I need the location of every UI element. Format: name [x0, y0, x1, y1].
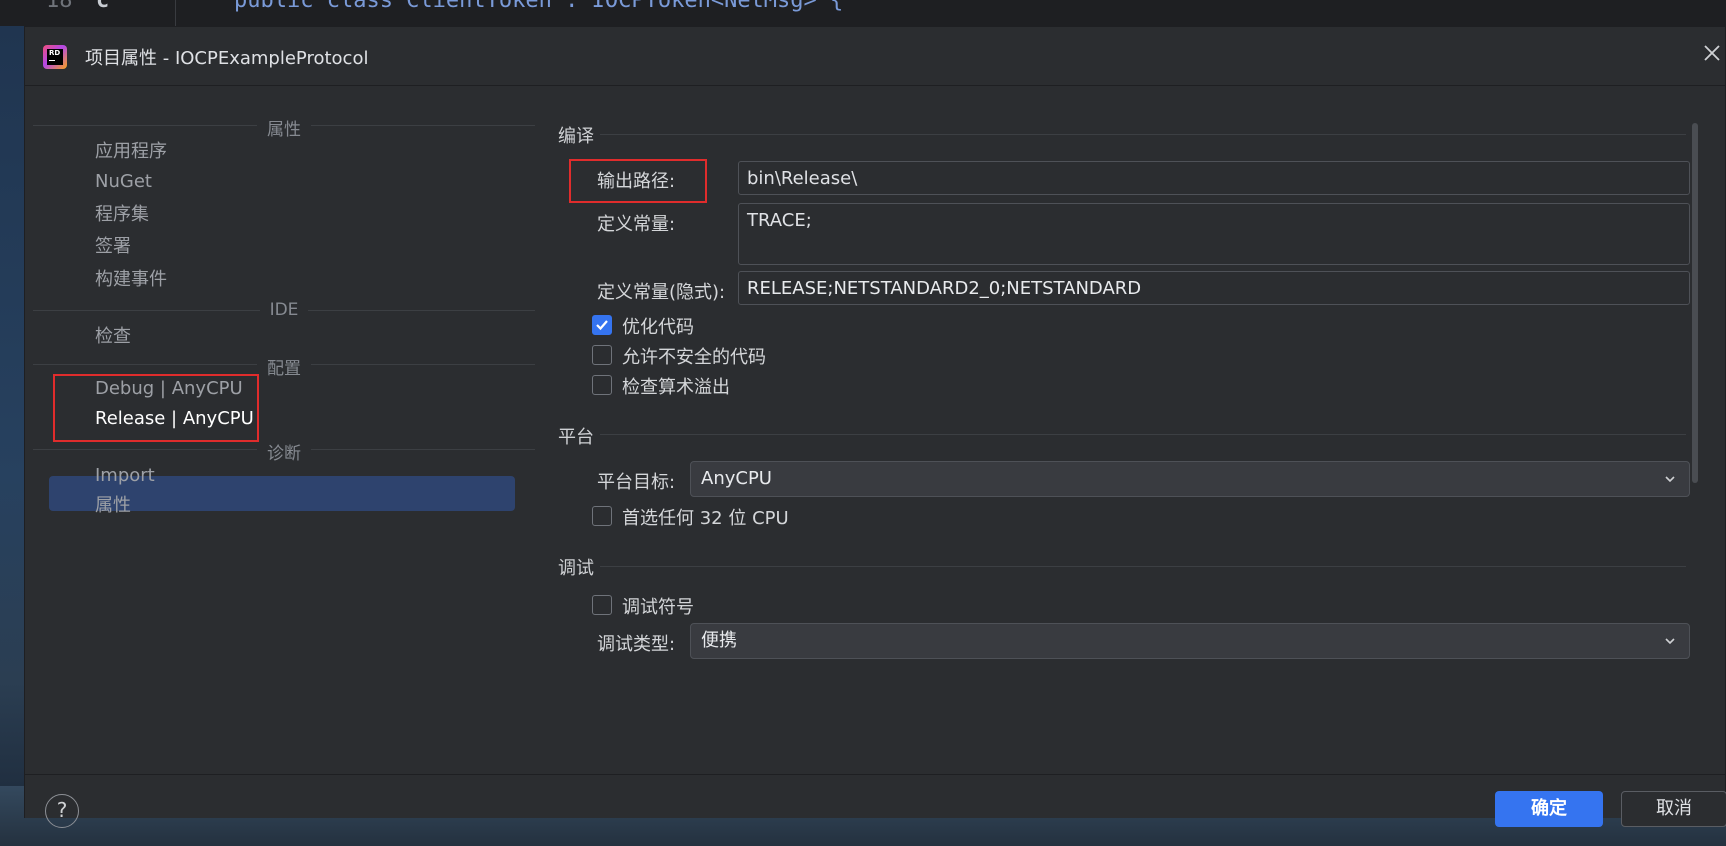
code-line: public class ClientToken : IOCPToken<Net…	[234, 0, 844, 13]
editor-gutter: 18 c	[0, 0, 176, 26]
platform-target-label: 平台目标:	[597, 472, 676, 493]
cancel-button[interactable]: 取消	[1621, 791, 1726, 827]
allow-unsafe-label: 允许不安全的代码	[622, 347, 766, 368]
help-icon[interactable]: ?	[45, 794, 79, 828]
dialog-title: 项目属性 - IOCPExampleProtocol	[85, 48, 369, 69]
allow-unsafe-checkbox[interactable]	[592, 345, 612, 365]
debug-type-value: 便携	[701, 630, 737, 651]
debug-symbols-label: 调试符号	[622, 597, 694, 618]
section-divider	[600, 134, 1686, 135]
implicit-constants-label: 定义常量(隐式):	[597, 282, 726, 303]
ok-button[interactable]: 确定	[1495, 791, 1603, 827]
nav-item-nuget[interactable]: NuGet	[95, 166, 152, 198]
chevron-down-icon	[1665, 476, 1675, 483]
section-title-debug: 调试	[558, 558, 594, 579]
settings-content: 编译 输出路径: bin\Release\ 定义常量: TRACE; 定义常量(…	[542, 87, 1702, 773]
prefer-32bit-label: 首选任何 32 位 CPU	[622, 508, 789, 529]
output-path-input[interactable]: bin\Release\	[738, 161, 1690, 195]
nav-item-signing[interactable]: 签署	[95, 231, 131, 263]
platform-target-dropdown[interactable]: AnyCPU	[690, 461, 1690, 497]
nav-item-assembly[interactable]: 程序集	[95, 199, 149, 231]
nav-section-label: 诊断	[257, 444, 311, 464]
nav-section-ide: IDE	[33, 300, 535, 320]
section-divider	[600, 566, 1686, 567]
output-path-highlight-box	[569, 159, 707, 203]
dialog-footer: ? 确定 取消	[25, 774, 1726, 828]
prefer-32bit-checkbox[interactable]	[592, 506, 612, 526]
settings-nav: 属性 应用程序 NuGet 程序集 签署 构建事件 IDE 检查 配置 Debu…	[25, 87, 541, 773]
nav-section-config: 配置	[33, 354, 535, 379]
debug-type-dropdown[interactable]: 便携	[690, 623, 1690, 659]
nav-item-inspections[interactable]: 检查	[95, 321, 131, 353]
config-highlight-box	[53, 374, 259, 442]
debug-symbols-checkbox[interactable]	[592, 595, 612, 615]
check-overflow-checkbox[interactable]	[592, 375, 612, 395]
optimize-code-label: 优化代码	[622, 317, 694, 338]
logo-text: RD	[49, 49, 61, 57]
editor-background: 18 c public class ClientToken : IOCPToke…	[0, 0, 1726, 26]
check-overflow-label: 检查算术溢出	[622, 377, 730, 398]
nav-section-label: 属性	[257, 120, 311, 140]
close-icon[interactable]	[1699, 41, 1725, 67]
rider-logo-icon: RD	[43, 45, 67, 69]
define-constants-input[interactable]: TRACE;	[738, 203, 1690, 265]
nav-section-label: 配置	[257, 359, 311, 379]
project-properties-dialog: RD 项目属性 - IOCPExampleProtocol 属性 应用程序 Nu…	[24, 26, 1726, 828]
platform-target-value: AnyCPU	[701, 468, 772, 489]
gutter-class-icon: c	[96, 0, 110, 13]
nav-item-import[interactable]: Import	[95, 460, 155, 492]
nav-section-diagnostics: 诊断	[33, 439, 535, 464]
section-title-platform: 平台	[558, 427, 594, 448]
optimize-code-checkbox[interactable]	[592, 315, 612, 335]
chevron-down-icon	[1665, 638, 1675, 645]
section-title-build: 编译	[558, 126, 594, 147]
nav-section-properties: 属性	[33, 115, 535, 140]
section-divider	[600, 434, 1686, 435]
nav-item-build-events[interactable]: 构建事件	[95, 264, 167, 296]
implicit-constants-field: RELEASE;NETSTANDARD2_0;NETSTANDARD	[738, 271, 1690, 305]
nav-section-label: IDE	[259, 300, 309, 320]
define-constants-label: 定义常量:	[597, 214, 676, 235]
line-number: 18	[46, 0, 73, 13]
nav-item-application[interactable]: 应用程序	[95, 136, 167, 168]
content-scrollbar[interactable]	[1692, 123, 1698, 483]
debug-type-label: 调试类型:	[597, 634, 676, 655]
nav-item-properties[interactable]: 属性	[95, 490, 131, 522]
dialog-titlebar[interactable]: RD 项目属性 - IOCPExampleProtocol	[25, 27, 1725, 86]
